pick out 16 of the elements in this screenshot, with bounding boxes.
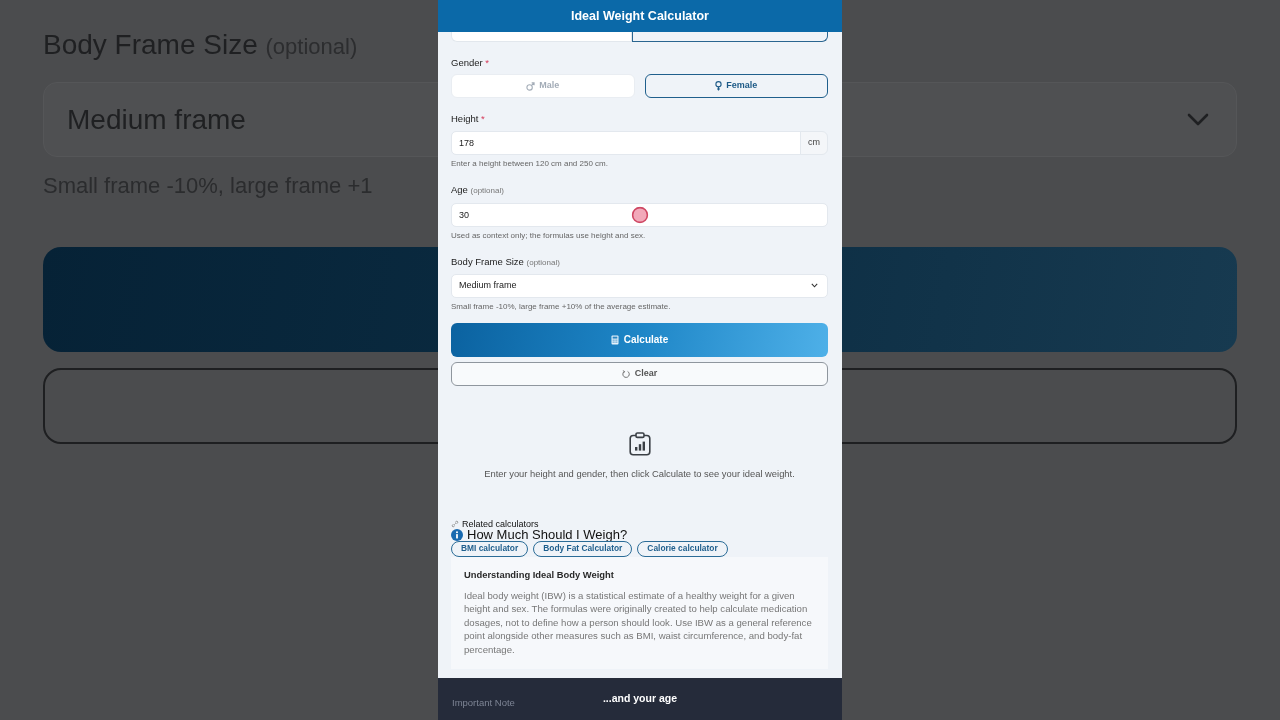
help-text: Used as context only; the formulas use height and sex.	[451, 230, 647, 241]
caption-text: ...and your age	[602, 691, 678, 707]
section-heading: How Much Should I Weigh?	[467, 528, 628, 541]
app-title-bar: Ideal Weight Calculator	[438, 0, 842, 32]
help-text: Small frame -10%, large frame +10% of the average estimate.	[451, 301, 672, 312]
card-title: Understanding Ideal Body Weight	[464, 568, 615, 581]
card-paragraph: Ideal body weight (IBW) is a statistical estimate of a healthy weight for a given height and sex. The formulas were originally created to help calculate medication dosages, not to define how a person should look. Use IBW as a general reference point alongside other measures such as BMI, waist circumference, and body-fat percentage.	[464, 588, 813, 656]
field-label: Gender *	[451, 57, 491, 69]
help-text: Enter a height between 120 cm and 250 cm.	[451, 158, 609, 169]
section-title: Related calculators	[462, 518, 539, 529]
section-heading: Important Note	[451, 698, 515, 708]
field-label: Age (optional)	[451, 183, 505, 197]
empty-state-message: Enter your height and gender, then click Calculate to see your ideal weight.	[483, 467, 796, 480]
field-label: Height *	[451, 113, 486, 125]
field-label: Body Frame Size (optional)	[451, 255, 561, 269]
unit-label: cm	[800, 131, 828, 155]
